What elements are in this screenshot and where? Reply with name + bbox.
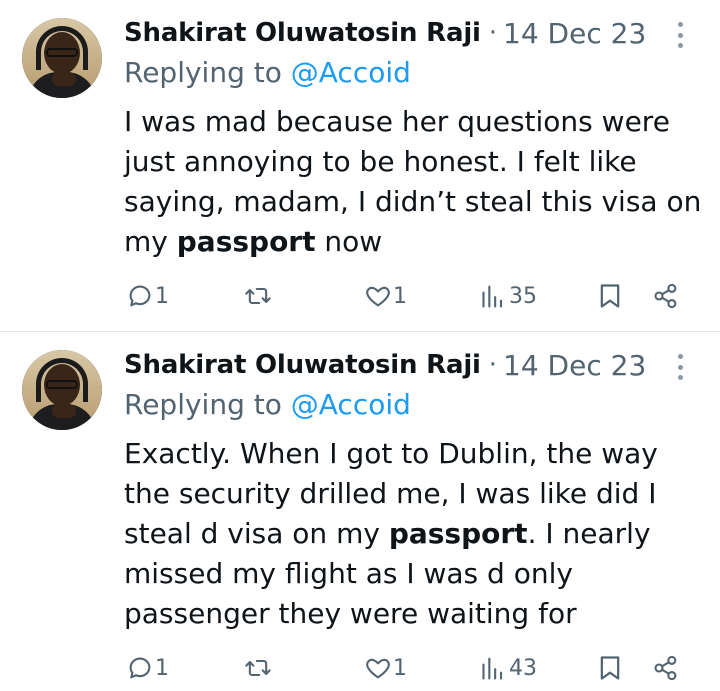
avatar[interactable]: [22, 350, 102, 430]
view-count: 43: [509, 655, 537, 681]
share-button[interactable]: [652, 648, 680, 688]
speech-bubble-icon: [129, 657, 151, 679]
vertical-dots-icon[interactable]: [670, 20, 690, 50]
like-count: 1: [393, 655, 407, 681]
reply-button[interactable]: 1: [126, 276, 169, 316]
tweet-text-part: now: [315, 225, 383, 258]
vertical-dots-icon[interactable]: [670, 352, 690, 382]
author-name[interactable]: Shakirat Oluwatosin Raji: [124, 18, 481, 48]
bookmark-icon: [600, 284, 620, 308]
share-icon: [654, 655, 677, 681]
like-button[interactable]: 1: [364, 648, 407, 688]
tweet-text-bold: passport: [176, 225, 316, 258]
replying-label: Replying to: [124, 388, 291, 421]
bookmark-icon: [600, 656, 620, 680]
separator-dot: ·: [488, 18, 498, 48]
retweet-arrows-icon: [245, 659, 271, 677]
replying-handle-link[interactable]: @Accoid: [291, 56, 411, 89]
replying-handle-link[interactable]: @Accoid: [291, 388, 411, 421]
replying-label: Replying to: [124, 56, 291, 89]
tweet-header: Shakirat Oluwatosin Raji · 14 Dec 23: [124, 14, 646, 52]
avatar[interactable]: [22, 18, 102, 98]
heart-icon: [366, 286, 390, 307]
bar-chart-icon: [482, 285, 503, 308]
replying-to: Replying to @Accoid: [124, 388, 411, 421]
share-icon: [654, 283, 677, 309]
reply-button[interactable]: 1: [126, 648, 169, 688]
retweet-button[interactable]: [244, 276, 273, 316]
share-button[interactable]: [652, 276, 680, 316]
separator-dot: ·: [488, 350, 498, 380]
tweet-text-bold: passport: [388, 517, 528, 550]
tweet-text: I was mad because her questions were jus…: [124, 102, 704, 262]
bookmark-button[interactable]: [596, 648, 624, 688]
retweet-arrows-icon: [245, 287, 271, 305]
author-name[interactable]: Shakirat Oluwatosin Raji: [124, 350, 481, 380]
views-button[interactable]: 43: [480, 648, 537, 688]
like-count: 1: [393, 283, 407, 309]
action-bar: 1 1 43: [0, 648, 720, 688]
tweet-text: Exactly. When I got to Dublin, the way t…: [124, 434, 704, 634]
reply-count: 1: [155, 283, 169, 309]
tweet[interactable]: Shakirat Oluwatosin Raji · 14 Dec 23 Rep…: [0, 0, 720, 331]
bar-chart-icon: [482, 657, 503, 680]
tweet[interactable]: Shakirat Oluwatosin Raji · 14 Dec 23 Rep…: [0, 332, 720, 691]
speech-bubble-icon: [129, 285, 151, 307]
replying-to: Replying to @Accoid: [124, 56, 411, 89]
reply-count: 1: [155, 655, 169, 681]
tweet-header: Shakirat Oluwatosin Raji · 14 Dec 23: [124, 346, 646, 384]
bookmark-button[interactable]: [596, 276, 624, 316]
views-button[interactable]: 35: [480, 276, 537, 316]
retweet-button[interactable]: [244, 648, 273, 688]
heart-icon: [366, 658, 390, 679]
like-button[interactable]: 1: [364, 276, 407, 316]
action-bar: 1 1 35: [0, 276, 720, 316]
tweet-date[interactable]: 14 Dec 23: [503, 349, 646, 382]
tweet-date[interactable]: 14 Dec 23: [503, 17, 646, 50]
view-count: 35: [509, 283, 537, 309]
